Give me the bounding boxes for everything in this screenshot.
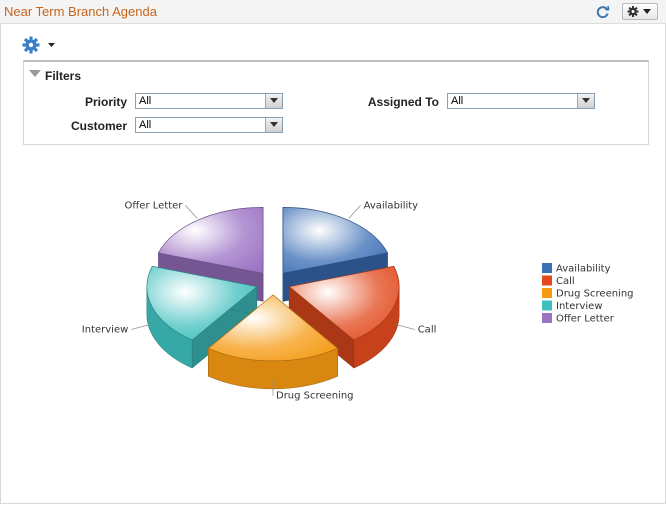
legend-swatch bbox=[542, 313, 552, 323]
legend-label: Call bbox=[556, 276, 575, 287]
slice-label-availability: Availability bbox=[364, 200, 419, 211]
leader-line bbox=[348, 205, 361, 219]
legend-label: Drug Screening bbox=[556, 289, 634, 300]
legend-label: Interview bbox=[556, 301, 603, 312]
legend-item-availability: Availability bbox=[542, 263, 611, 275]
legend-label: Offer Letter bbox=[556, 314, 615, 325]
leader-line bbox=[131, 324, 151, 330]
legend-item-offer-letter: Offer Letter bbox=[542, 313, 615, 325]
legend-item-interview: Interview bbox=[542, 300, 603, 312]
legend-swatch bbox=[542, 300, 552, 311]
legend-swatch bbox=[542, 263, 552, 273]
slice-label-call: Call bbox=[418, 324, 437, 335]
legend-item-drug-screening: Drug Screening bbox=[542, 288, 634, 300]
pie-chart: AvailabilityCallDrug ScreeningInterviewO… bbox=[82, 200, 634, 402]
leader-line bbox=[395, 324, 415, 330]
slice-label-drug-screening: Drug Screening bbox=[276, 391, 354, 402]
leader-line bbox=[185, 205, 198, 219]
legend-label: Availability bbox=[556, 264, 611, 275]
legend-swatch bbox=[542, 288, 552, 298]
slice-label-offer-letter: Offer Letter bbox=[125, 200, 184, 211]
legend-item-call: Call bbox=[542, 275, 575, 287]
slice-label-interview: Interview bbox=[82, 324, 129, 335]
legend-swatch bbox=[542, 275, 552, 286]
